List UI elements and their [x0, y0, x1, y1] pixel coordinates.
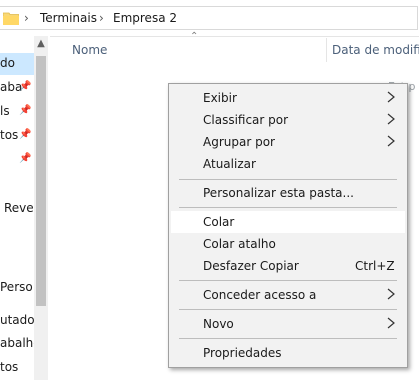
nav-item[interactable]: ls 📌: [0, 101, 34, 123]
nav-item-label: Perso: [0, 280, 33, 294]
address-bar[interactable]: › Terminais › Empresa 2: [0, 6, 418, 30]
nav-item[interactable]: abalho: [0, 333, 41, 355]
nav-item[interactable]: Rever: [0, 198, 39, 220]
chevron-right-icon: [387, 91, 395, 103]
pin-icon: 📌: [19, 129, 32, 140]
menu-separator: [179, 207, 397, 208]
column-divider[interactable]: [326, 38, 327, 62]
menu-item-conceder-acesso[interactable]: Conceder acesso a: [171, 284, 405, 306]
nav-item[interactable]: utador: [0, 310, 40, 332]
pin-icon: 📌: [19, 105, 32, 116]
context-menu: Exibir Classificar por Agrupar por Atual…: [168, 83, 408, 368]
breadcrumb-terminais[interactable]: Terminais: [40, 11, 97, 25]
nav-item[interactable]: do: [0, 53, 34, 75]
menu-item-label: Agrupar por: [203, 135, 275, 149]
chevron-right-icon: [387, 113, 395, 125]
menu-item-label: Desfazer Copiar: [203, 259, 299, 273]
menu-item-atualizar[interactable]: Atualizar: [171, 153, 405, 175]
chevron-right-icon[interactable]: ›: [99, 11, 104, 25]
menu-item-novo[interactable]: Novo: [171, 313, 405, 335]
menu-separator: [179, 179, 397, 180]
menu-item-desfazer-copiar[interactable]: Desfazer Copiar Ctrl+Z: [171, 255, 405, 277]
menu-item-propriedades[interactable]: Propriedades: [171, 342, 405, 364]
nav-item-label: tos: [0, 360, 19, 374]
menu-item-label: Colar: [203, 215, 235, 229]
menu-item-label: Atualizar: [203, 157, 256, 171]
nav-item[interactable]: tos 📌: [0, 125, 34, 147]
nav-item-label: ls: [0, 104, 10, 118]
menu-separator: [179, 338, 397, 339]
menu-item-label: Colar atalho: [203, 237, 276, 251]
address-bar-area: › Terminais › Empresa 2: [0, 0, 419, 37]
navigation-pane: do aba 📌 ls 📌 tos 📌 📌 Rever Perso utador…: [0, 36, 50, 380]
menu-item-label: Propriedades: [203, 346, 282, 360]
chevron-right-icon[interactable]: ›: [24, 11, 29, 25]
pin-icon: 📌: [19, 81, 32, 92]
pin-icon: 📌: [19, 153, 32, 164]
nav-item[interactable]: aba 📌: [0, 77, 34, 99]
chevron-right-icon: [387, 288, 395, 300]
sort-caret-icon: ⌃: [190, 31, 199, 42]
nav-scrollbar[interactable]: ▲: [34, 36, 48, 380]
menu-item-exibir[interactable]: Exibir: [171, 87, 405, 109]
nav-item-label: do: [0, 56, 15, 70]
scrollbar-thumb[interactable]: [36, 56, 46, 306]
menu-item-label: Classificar por: [203, 113, 289, 127]
menu-separator: [179, 309, 397, 310]
chevron-right-icon: [387, 135, 395, 147]
menu-item-label: Novo: [203, 317, 234, 331]
nav-item-label: tos: [0, 128, 19, 142]
menu-item-classificar-por[interactable]: Classificar por: [171, 109, 405, 131]
menu-item-label: Conceder acesso a: [203, 288, 317, 302]
menu-item-agrupar-por[interactable]: Agrupar por: [171, 131, 405, 153]
nav-item[interactable]: tos: [0, 357, 34, 379]
folder-icon: [3, 12, 19, 25]
chevron-right-icon: [387, 317, 395, 329]
menu-item-colar-atalho[interactable]: Colar atalho: [171, 233, 405, 255]
nav-item[interactable]: 📌: [0, 149, 34, 171]
column-header-name[interactable]: Nome: [72, 43, 107, 57]
menu-item-shortcut: Ctrl+Z: [355, 259, 395, 273]
menu-item-label: Personalizar esta pasta...: [203, 186, 354, 200]
menu-item-personalizar-pasta[interactable]: Personalizar esta pasta...: [171, 182, 405, 204]
nav-item[interactable]: Perso: [0, 277, 34, 299]
breadcrumb-empresa-2[interactable]: Empresa 2: [113, 11, 177, 25]
menu-item-label: Exibir: [203, 91, 237, 105]
column-header-date[interactable]: Data de modifica: [332, 43, 419, 57]
scroll-up-icon[interactable]: ▲: [34, 38, 48, 52]
menu-item-colar[interactable]: Colar: [171, 211, 405, 233]
menu-separator: [179, 280, 397, 281]
